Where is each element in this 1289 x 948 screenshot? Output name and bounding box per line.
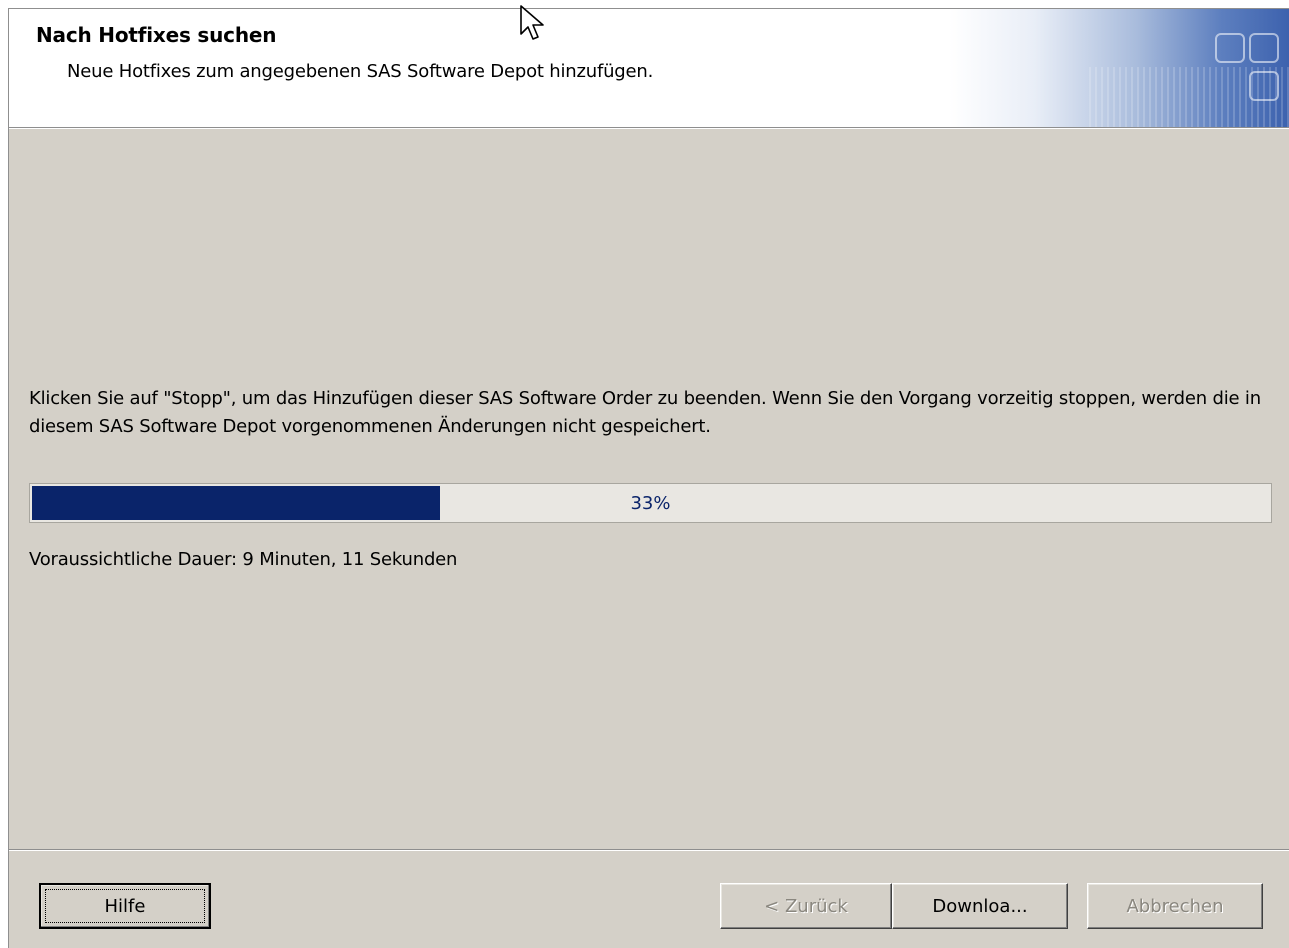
- back-button-label: < Zurück: [764, 895, 848, 917]
- banner-square-icon: [1249, 71, 1279, 101]
- wizard-header: Nach Hotfixes suchen Neue Hotfixes zum a…: [9, 9, 1289, 128]
- instruction-text: Klicken Sie auf "Stopp", um das Hinzufüg…: [29, 388, 1261, 437]
- mouse-pointer-icon: [520, 5, 544, 40]
- focus-rectangle: [45, 889, 205, 923]
- header-banner-graphic: [949, 9, 1289, 127]
- cancel-button[interactable]: Abbrechen: [1087, 883, 1263, 929]
- banner-square-icon: [1249, 33, 1279, 63]
- progress-percent-label: 33%: [630, 492, 671, 514]
- cancel-button-label: Abbrechen: [1126, 895, 1224, 917]
- wizard-dialog: Nach Hotfixes suchen Neue Hotfixes zum a…: [8, 8, 1289, 948]
- banner-square-icon: [1215, 33, 1245, 63]
- back-button[interactable]: < Zurück: [720, 883, 892, 929]
- download-button-label: Downloa...: [932, 895, 1028, 917]
- help-button[interactable]: Hilfe: [39, 883, 211, 929]
- footer-divider: [9, 849, 1289, 851]
- download-button[interactable]: Downloa...: [892, 883, 1068, 929]
- progress-bar: 33%: [29, 483, 1272, 523]
- estimated-duration: Voraussichtliche Dauer: 9 Minuten, 11 Se…: [29, 549, 458, 570]
- page-subtitle: Neue Hotfixes zum angegebenen SAS Softwa…: [67, 61, 654, 82]
- page-title: Nach Hotfixes suchen: [36, 23, 277, 47]
